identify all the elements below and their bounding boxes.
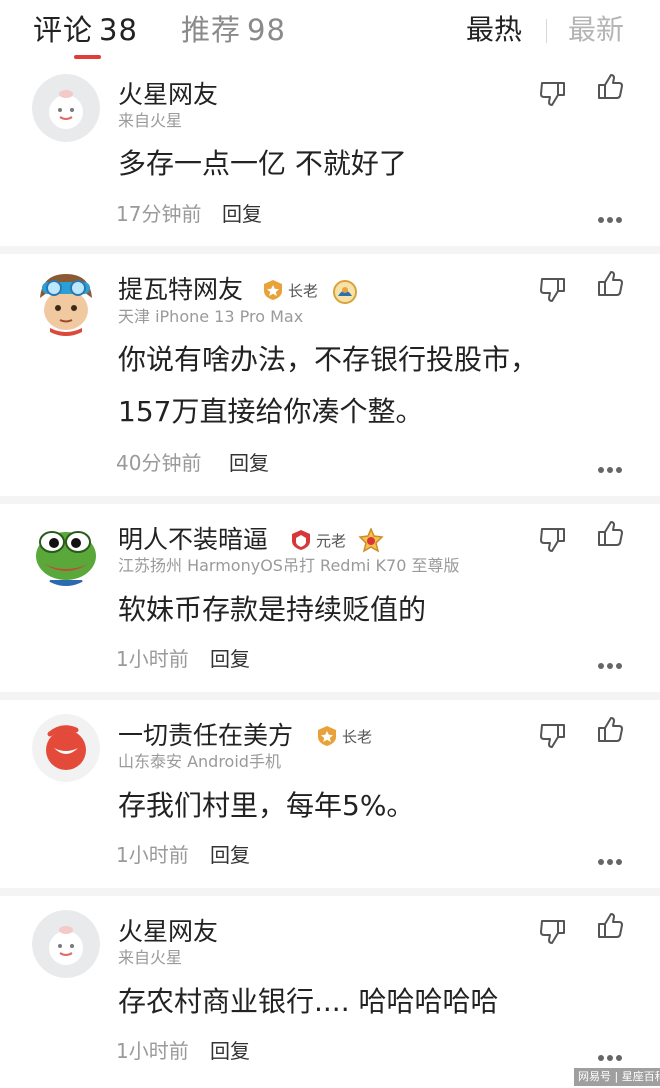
thumbs-down-icon[interactable] <box>538 916 568 946</box>
level-badge: 长老 <box>316 724 372 748</box>
cartoon-boy-avatar-icon <box>32 268 100 336</box>
sort-hot-button[interactable]: 最热 <box>466 10 522 50</box>
user-location-device: 江苏扬州 HarmonyOS吊打 Redmi K70 至尊版 <box>118 556 460 575</box>
avatar[interactable] <box>32 518 100 586</box>
comment-text: 存我们村里，每年5%。 <box>118 789 415 822</box>
comment-item: 提瓦特网友 长老 天津 iPhone 13 Pro Max 你说有啥办法，不存银… <box>0 254 660 498</box>
thumbs-up-icon[interactable] <box>595 269 625 299</box>
comment-time: 17分钟前 <box>116 202 202 226</box>
comment-time: 1小时前 <box>116 843 189 867</box>
thumbs-up-icon[interactable] <box>595 715 625 745</box>
comment-separator <box>0 692 660 700</box>
level-badge-text: 元老 <box>316 531 347 550</box>
tab-recommend[interactable]: 推荐 98 <box>181 10 286 50</box>
level-badge-text: 长老 <box>342 727 373 746</box>
tab-recommend-label: 推荐 <box>181 13 242 47</box>
comment-time: 1小时前 <box>116 647 189 671</box>
thumbs-down-icon[interactable] <box>538 524 568 554</box>
level-badge-icon <box>292 530 310 550</box>
medal-icon <box>333 280 357 304</box>
level-badge: 长老 <box>262 278 318 302</box>
thumbs-down-icon[interactable] <box>538 274 568 304</box>
comment-text: 多存一点一亿 不就好了 <box>118 147 407 180</box>
more-icon[interactable] <box>597 216 623 224</box>
avatar[interactable] <box>32 74 100 142</box>
username[interactable]: 火星网友 <box>118 916 218 948</box>
avatar[interactable] <box>32 910 100 978</box>
comment-separator <box>0 496 660 504</box>
tab-comments-label: 评论 <box>33 13 94 47</box>
comment-item: 一切责任在美方 长老 山东泰安 Android手机 存我们村里，每年5%。 1小… <box>0 700 660 890</box>
default-avatar-icon <box>32 74 100 142</box>
comment-item: 火星网友 来自火星 多存一点一亿 不就好了 17分钟前 回复 <box>0 64 660 250</box>
comment-item: 明人不装暗逼 元老 江苏扬州 HarmonyOS吊打 Redmi K70 至尊版… <box>0 504 660 694</box>
level-badge-icon <box>264 280 282 300</box>
reply-button[interactable]: 回复 <box>210 1038 250 1064</box>
comment-text: 你说有啥办法，不存银行投股市，157万直接给你凑个整。 <box>118 343 539 428</box>
avatar[interactable] <box>32 714 100 782</box>
sort-divider <box>546 19 547 43</box>
tab-comments[interactable]: 评论 38 <box>33 10 138 50</box>
comment-header: 评论 38 推荐 98 最热 最新 <box>0 0 660 64</box>
avatar[interactable] <box>32 268 100 336</box>
comment-text: 存农村商业银行.... 哈哈哈哈哈 <box>118 985 499 1018</box>
tab-comments-count: 38 <box>99 13 138 47</box>
default-avatar-icon <box>32 910 100 978</box>
comment-time: 40分钟前 <box>116 451 202 475</box>
sort-new-button[interactable]: 最新 <box>568 10 624 50</box>
user-location: 来自火星 <box>118 948 183 967</box>
user-location-device: 山东泰安 Android手机 <box>118 752 281 771</box>
reply-button[interactable]: 回复 <box>210 842 250 868</box>
username[interactable]: 明人不装暗逼 <box>118 524 268 556</box>
comment-item: 火星网友 来自火星 存农村商业银行.... 哈哈哈哈哈 1小时前 回复 <box>0 896 660 1088</box>
thumbs-down-icon[interactable] <box>538 78 568 108</box>
level-badge: 元老 <box>290 528 346 552</box>
thumbs-up-icon[interactable] <box>595 72 625 102</box>
watermark: 网易号 | 星座百科 <box>574 1068 660 1086</box>
reply-button[interactable]: 回复 <box>229 450 269 476</box>
more-icon[interactable] <box>597 858 623 866</box>
comment-separator <box>0 888 660 896</box>
thumbs-down-icon[interactable] <box>538 720 568 750</box>
comment-time: 1小时前 <box>116 1039 189 1063</box>
user-location: 来自火星 <box>118 111 183 130</box>
username[interactable]: 火星网友 <box>118 79 218 111</box>
thumbs-up-icon[interactable] <box>595 911 625 941</box>
tab-recommend-count: 98 <box>247 13 286 47</box>
logo-avatar-icon <box>32 714 100 782</box>
level-badge-icon <box>318 726 336 746</box>
more-icon[interactable] <box>597 466 623 474</box>
thumbs-up-icon[interactable] <box>595 519 625 549</box>
reply-button[interactable]: 回复 <box>210 646 250 672</box>
level-badge-text: 长老 <box>288 281 319 300</box>
username[interactable]: 提瓦特网友 <box>118 274 243 306</box>
reply-button[interactable]: 回复 <box>222 201 262 227</box>
frog-avatar-icon <box>32 518 100 586</box>
comment-separator <box>0 246 660 254</box>
active-tab-indicator <box>74 55 101 59</box>
user-location-device: 天津 iPhone 13 Pro Max <box>118 307 304 326</box>
more-icon[interactable] <box>597 662 623 670</box>
comment-text: 软妹币存款是持续贬值的 <box>118 593 427 626</box>
medal-icon <box>358 528 384 553</box>
more-icon[interactable] <box>597 1054 623 1062</box>
username[interactable]: 一切责任在美方 <box>118 720 293 752</box>
